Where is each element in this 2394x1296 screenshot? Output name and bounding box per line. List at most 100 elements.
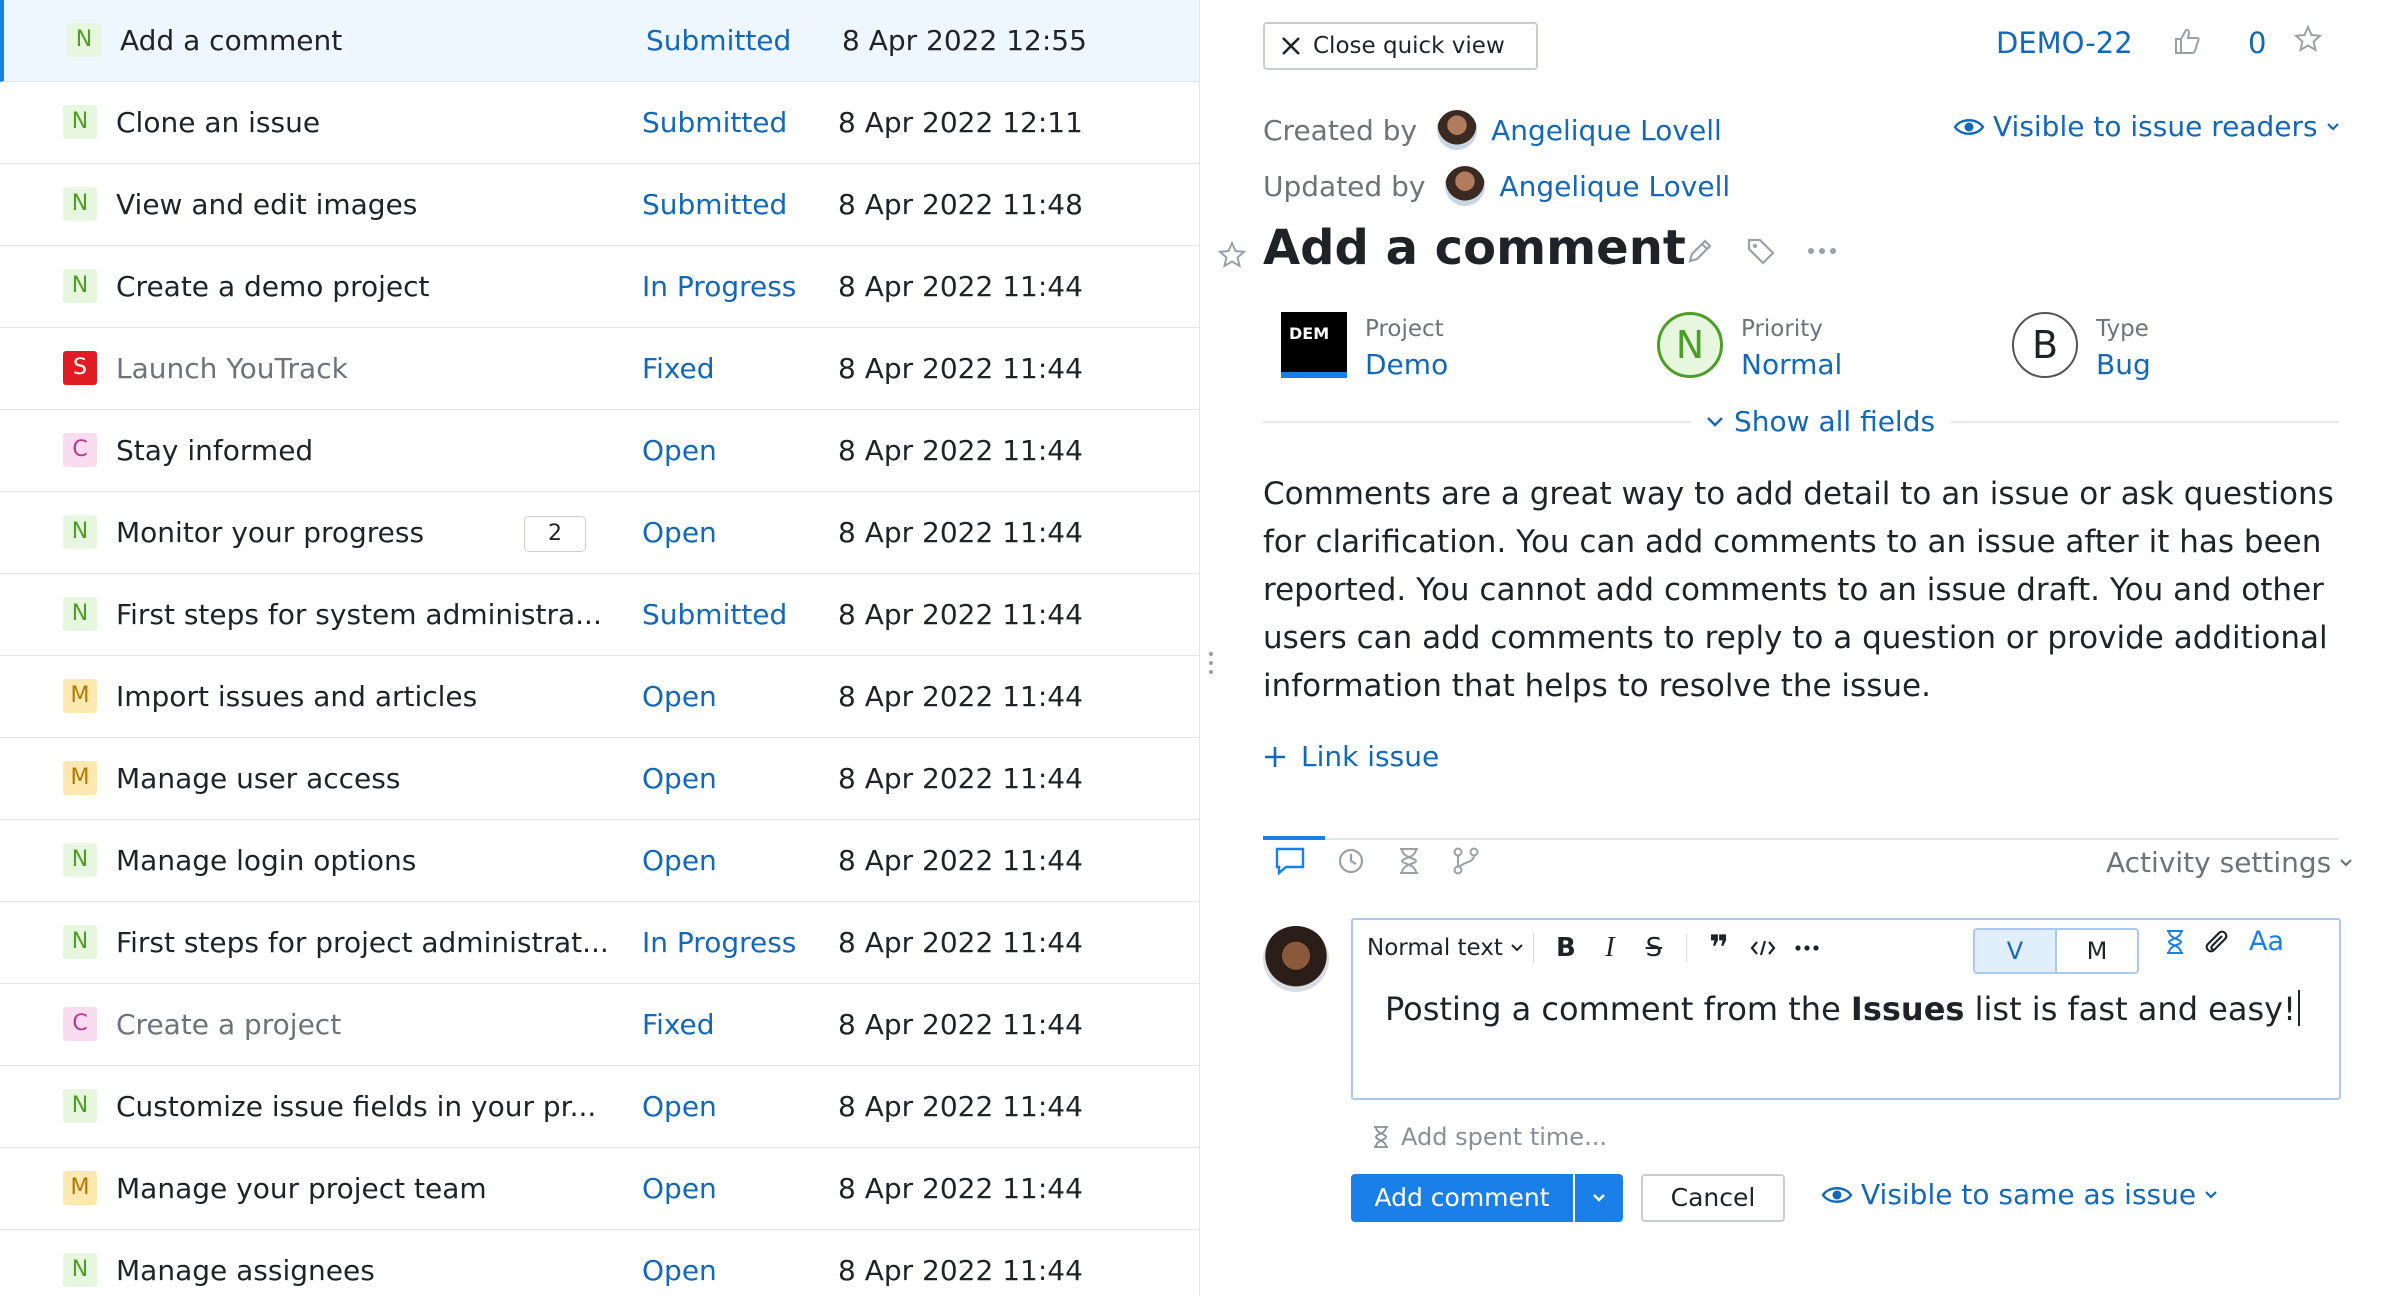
- visual-mode-button[interactable]: V: [1975, 930, 2055, 972]
- add-comment-button[interactable]: Add comment: [1351, 1174, 1573, 1222]
- issue-id-link[interactable]: DEMO-22: [1996, 26, 2133, 60]
- hourglass-tab-icon[interactable]: [1396, 846, 1422, 876]
- issue-row[interactable]: N Monitor your progress 2 Open 8 Apr 2022 11…: [0, 492, 1199, 574]
- issue-summary[interactable]: Manage login options: [116, 820, 416, 902]
- hourglass-icon[interactable]: [2163, 928, 2187, 956]
- issue-summary[interactable]: Stay informed: [116, 410, 313, 492]
- star-icon[interactable]: [2293, 24, 2323, 58]
- issue-row[interactable]: M Manage your project team Open 8 Apr 2022 …: [0, 1148, 1199, 1230]
- priority-badge[interactable]: M: [63, 679, 97, 713]
- issue-state[interactable]: Submitted: [642, 574, 787, 656]
- issue-row[interactable]: C Stay informed Open 8 Apr 2022 11:44: [0, 410, 1199, 492]
- italic-button[interactable]: I: [1588, 926, 1632, 970]
- strikethrough-button[interactable]: S: [1632, 926, 1676, 970]
- comment-text[interactable]: Posting a comment from the Issues list i…: [1385, 990, 2300, 1028]
- priority-badge[interactable]: N: [63, 1253, 97, 1287]
- issue-row[interactable]: S Launch YouTrack Fixed 8 Apr 2022 11:44: [0, 328, 1199, 410]
- issue-state[interactable]: Open: [642, 656, 717, 738]
- text-format-dropdown[interactable]: Normal text: [1367, 935, 1523, 961]
- created-by-user[interactable]: Angelique Lovell: [1491, 114, 1722, 147]
- comments-tab-icon[interactable]: [1274, 846, 1306, 876]
- issue-row[interactable]: N Manage login options Open 8 Apr 2022 11:4…: [0, 820, 1199, 902]
- issue-state[interactable]: Open: [642, 738, 717, 820]
- issue-state[interactable]: Fixed: [642, 984, 715, 1066]
- star-icon[interactable]: [1217, 240, 1247, 274]
- visibility-dropdown[interactable]: Visible to issue readers: [1953, 110, 2340, 143]
- link-issue-button[interactable]: Link issue: [1263, 740, 1439, 773]
- issue-state[interactable]: In Progress: [642, 902, 796, 984]
- issue-row[interactable]: N Manage assignees Open 8 Apr 2022 11:44: [0, 1230, 1199, 1296]
- issue-state[interactable]: Open: [642, 1066, 717, 1148]
- priority-badge[interactable]: N: [63, 105, 97, 139]
- issue-summary[interactable]: View and edit images: [116, 164, 417, 246]
- priority-badge[interactable]: N: [63, 925, 97, 959]
- issue-summary[interactable]: Manage assignees: [116, 1230, 375, 1296]
- issue-summary[interactable]: Manage your project team: [116, 1148, 487, 1230]
- issue-state[interactable]: In Progress: [642, 246, 796, 328]
- priority-badge[interactable]: N: [63, 269, 97, 303]
- pencil-icon[interactable]: [1685, 236, 1715, 266]
- issue-state[interactable]: Open: [642, 1230, 717, 1296]
- priority-badge[interactable]: S: [63, 351, 97, 385]
- priority-badge[interactable]: C: [63, 1007, 97, 1041]
- issue-state[interactable]: Submitted: [642, 164, 787, 246]
- issue-state[interactable]: Open: [642, 820, 717, 902]
- issue-summary[interactable]: Add a comment: [120, 0, 342, 82]
- issue-state[interactable]: Open: [642, 492, 717, 574]
- tag-icon[interactable]: [1745, 236, 1777, 266]
- issue-row[interactable]: N Create a demo project In Progress 8 Apr 2…: [0, 246, 1199, 328]
- issue-summary[interactable]: Monitor your progress: [116, 492, 424, 574]
- issue-summary[interactable]: Create a demo project: [116, 246, 429, 328]
- priority-badge[interactable]: N: [63, 515, 97, 549]
- attachment-icon[interactable]: [2201, 927, 2231, 957]
- priority-badge[interactable]: N: [63, 187, 97, 221]
- markdown-mode-button[interactable]: M: [2055, 930, 2137, 972]
- priority-field[interactable]: N Priority Normal: [1657, 312, 1842, 381]
- add-spent-time-link[interactable]: Add spent time...: [1371, 1123, 1607, 1151]
- activity-settings-dropdown[interactable]: Activity settings: [2106, 846, 2353, 879]
- history-tab-icon[interactable]: [1336, 846, 1366, 876]
- more-icon[interactable]: [1807, 246, 1837, 256]
- issue-row[interactable]: C Create a project Fixed 8 Apr 2022 11:44: [0, 984, 1199, 1066]
- issue-summary[interactable]: Clone an issue: [116, 82, 320, 164]
- priority-badge[interactable]: C: [63, 433, 97, 467]
- add-comment-options-button[interactable]: [1575, 1174, 1623, 1222]
- priority-badge[interactable]: N: [67, 23, 101, 57]
- issue-state[interactable]: Open: [642, 410, 717, 492]
- issue-summary[interactable]: Import issues and articles: [116, 656, 477, 738]
- bold-button[interactable]: B: [1544, 926, 1588, 970]
- type-field[interactable]: B Type Bug: [2012, 312, 2151, 381]
- issue-row[interactable]: N Add a comment Submitted 8 Apr 2022 12:55: [0, 0, 1199, 82]
- close-quick-view-button[interactable]: Close quick view: [1263, 22, 1538, 70]
- priority-badge[interactable]: N: [63, 597, 97, 631]
- issue-row[interactable]: N Customize issue fields in your pr... Ope…: [0, 1066, 1199, 1148]
- more-formatting-button[interactable]: [1785, 926, 1829, 970]
- show-all-fields-button[interactable]: Show all fields: [1690, 405, 1952, 438]
- quote-button[interactable]: ❞: [1697, 926, 1741, 970]
- issue-summary[interactable]: Create a project: [116, 984, 341, 1066]
- priority-badge[interactable]: M: [63, 761, 97, 795]
- font-toggle-button[interactable]: Aa: [2249, 926, 2284, 957]
- issue-row[interactable]: M Import issues and articles Open 8 Apr 202…: [0, 656, 1199, 738]
- comment-visibility-dropdown[interactable]: Visible to same as issue: [1821, 1178, 2218, 1211]
- code-button[interactable]: [1741, 926, 1785, 970]
- issue-state[interactable]: Submitted: [642, 82, 787, 164]
- priority-badge[interactable]: M: [63, 1171, 97, 1205]
- issue-state[interactable]: Fixed: [642, 328, 715, 410]
- vote-thumb-icon[interactable]: [2172, 26, 2202, 60]
- issue-summary[interactable]: First steps for project administrat...: [116, 902, 609, 984]
- cancel-button[interactable]: Cancel: [1641, 1174, 1785, 1222]
- issue-row[interactable]: N View and edit images Submitted 8 Apr 2022…: [0, 164, 1199, 246]
- issue-row[interactable]: N Clone an issue Submitted 8 Apr 2022 12:11: [0, 82, 1199, 164]
- issue-summary[interactable]: Launch YouTrack: [116, 328, 348, 410]
- priority-value[interactable]: Normal: [1741, 348, 1842, 381]
- issue-row[interactable]: N First steps for project administrat... I…: [0, 902, 1199, 984]
- issue-row[interactable]: M Manage user access Open 8 Apr 2022 11:44: [0, 738, 1199, 820]
- issue-row[interactable]: N First steps for system administra... Sub…: [0, 574, 1199, 656]
- priority-badge[interactable]: N: [63, 1089, 97, 1123]
- vcs-tab-icon[interactable]: [1452, 846, 1480, 876]
- type-value[interactable]: Bug: [2096, 348, 2151, 381]
- issue-summary[interactable]: Customize issue fields in your pr...: [116, 1066, 596, 1148]
- issue-summary[interactable]: Manage user access: [116, 738, 400, 820]
- issue-state[interactable]: Submitted: [646, 0, 791, 82]
